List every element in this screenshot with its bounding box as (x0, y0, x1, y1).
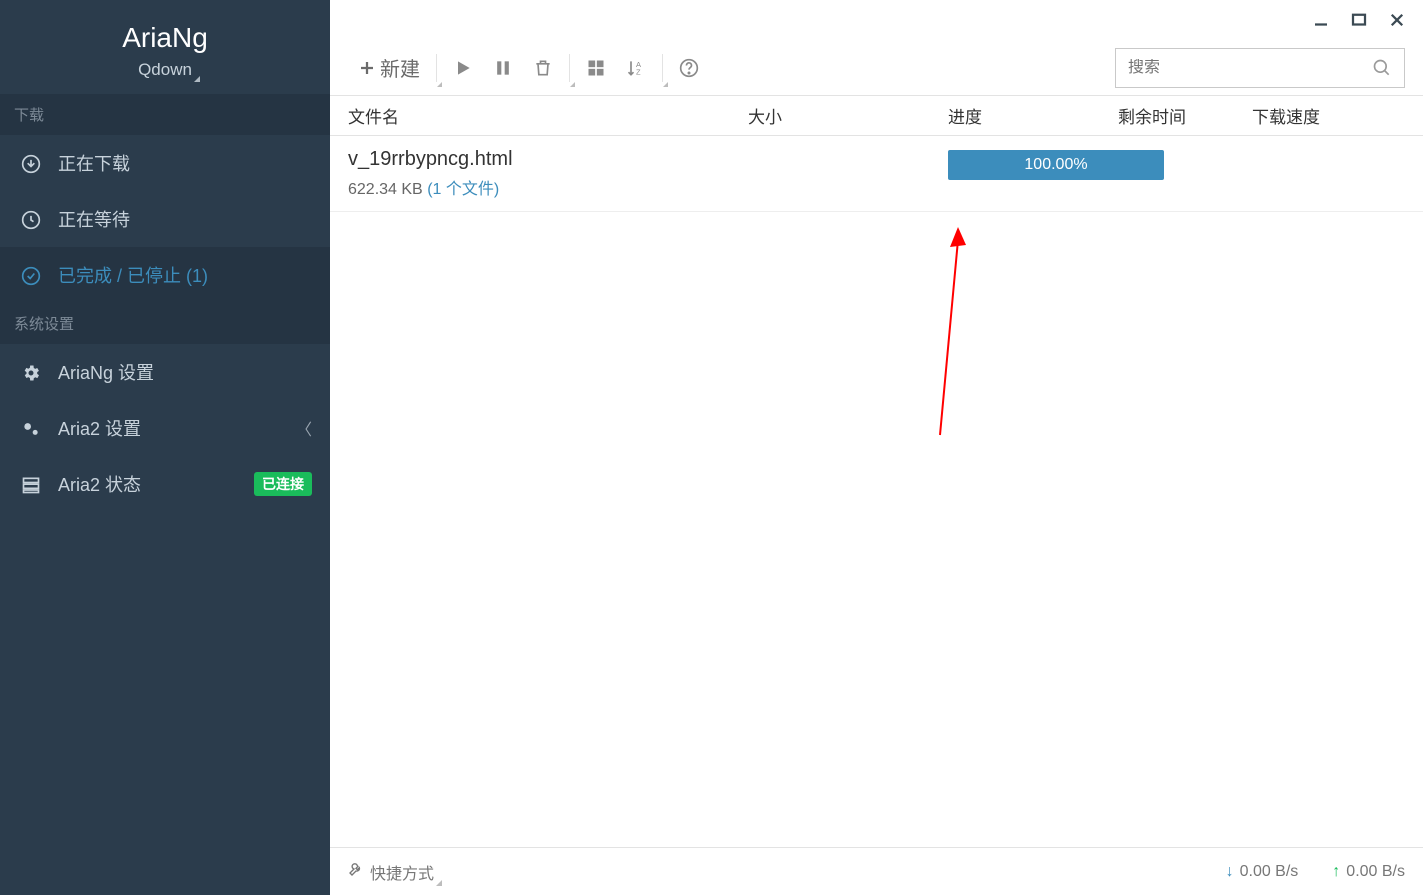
sidebar-item-label: Aria2 设置 (58, 415, 296, 441)
delete-button[interactable] (523, 40, 563, 95)
progress-bar: 100.00% (948, 150, 1164, 180)
sort-button[interactable]: AZ (616, 40, 656, 95)
sidebar-item-waiting[interactable]: 正在等待 (0, 191, 330, 247)
up-arrow-icon: ↑ (1332, 863, 1340, 881)
check-circle-icon (18, 264, 44, 285)
upload-rate-value: 0.00 B/s (1346, 863, 1405, 881)
toolbar-divider (436, 54, 437, 82)
annotation-arrow-icon (920, 225, 980, 445)
col-progress[interactable]: 进度 (948, 103, 1118, 128)
clock-icon (18, 208, 44, 229)
svg-text:Z: Z (636, 67, 641, 76)
toolbar-divider (662, 54, 663, 82)
pause-button[interactable] (483, 40, 523, 95)
col-size[interactable]: 大小 (748, 103, 948, 128)
titlebar (330, 0, 1423, 40)
task-meta: 622.34 KB (1 个文件) (348, 175, 948, 199)
close-button[interactable] (1387, 10, 1407, 30)
task-files-link[interactable]: (1 个文件) (427, 181, 499, 198)
task-size: 622.34 KB (348, 181, 423, 198)
brand-title: AriaNg (0, 22, 330, 54)
sidebar-item-label: AriaNg 设置 (58, 359, 312, 385)
sidebar-item-aria2-settings[interactable]: Aria2 设置 〈 (0, 400, 330, 456)
help-button[interactable] (669, 40, 709, 95)
down-arrow-icon: ↓ (1226, 863, 1234, 881)
col-speed[interactable]: 下载速度 (1252, 103, 1405, 128)
sidebar-item-ariang-settings[interactable]: AriaNg 设置 (0, 344, 330, 400)
sidebar: AriaNg Qdown 下载 正在下载 正在等待 已完成 / 已停止 (1) … (0, 0, 330, 895)
new-task-label: 新建 (380, 53, 420, 82)
toolbar-divider (569, 54, 570, 82)
download-rate-value: 0.00 B/s (1240, 863, 1299, 881)
upload-rate: ↑ 0.00 B/s (1332, 863, 1405, 881)
wrench-icon (348, 861, 364, 882)
column-headers: 文件名 大小 进度 剩余时间 下载速度 (330, 96, 1423, 136)
section-settings: 系统设置 (0, 303, 330, 344)
start-button[interactable] (443, 40, 483, 95)
view-grid-button[interactable] (576, 40, 616, 95)
chevron-left-icon: 〈 (296, 416, 312, 440)
sidebar-item-label: 已完成 / 已停止 (1) (58, 262, 312, 288)
toolbar: 新建 AZ (330, 40, 1423, 96)
sidebar-item-downloading[interactable]: 正在下载 (0, 135, 330, 191)
brand-subtitle[interactable]: Qdown (138, 60, 192, 80)
new-task-button[interactable]: 新建 (348, 40, 430, 95)
main-area: 新建 AZ 文件名 大小 进度 剩余时间 下载速度 (330, 0, 1423, 895)
sidebar-item-label: 正在等待 (58, 206, 312, 232)
shortcut-button[interactable]: 快捷方式 (370, 860, 434, 884)
gears-icon (18, 417, 44, 438)
search-input[interactable] (1128, 59, 1372, 77)
task-row[interactable]: v_19rrbypncg.html 622.34 KB (1 个文件) 100.… (330, 136, 1423, 212)
server-icon (18, 473, 44, 494)
minimize-button[interactable] (1311, 10, 1331, 30)
sidebar-item-aria2-status[interactable]: Aria2 状态 已连接 (0, 456, 330, 512)
download-icon (18, 152, 44, 173)
gear-icon (18, 361, 44, 382)
sidebar-item-label: Aria2 状态 (58, 471, 254, 497)
section-downloads: 下载 (0, 94, 330, 135)
brand-block: AriaNg Qdown (0, 0, 330, 94)
footer: 快捷方式 ↓ 0.00 B/s ↑ 0.00 B/s (330, 847, 1423, 895)
search-icon (1372, 58, 1392, 78)
task-filename: v_19rrbypncg.html (348, 148, 948, 171)
col-remaining[interactable]: 剩余时间 (1118, 103, 1252, 128)
sidebar-item-stopped[interactable]: 已完成 / 已停止 (1) (0, 247, 330, 303)
maximize-button[interactable] (1349, 10, 1369, 30)
download-rate: ↓ 0.00 B/s (1226, 863, 1299, 881)
col-name[interactable]: 文件名 (348, 103, 748, 128)
status-badge: 已连接 (254, 472, 312, 496)
sidebar-item-label: 正在下载 (58, 150, 312, 176)
search-box[interactable] (1115, 48, 1405, 88)
